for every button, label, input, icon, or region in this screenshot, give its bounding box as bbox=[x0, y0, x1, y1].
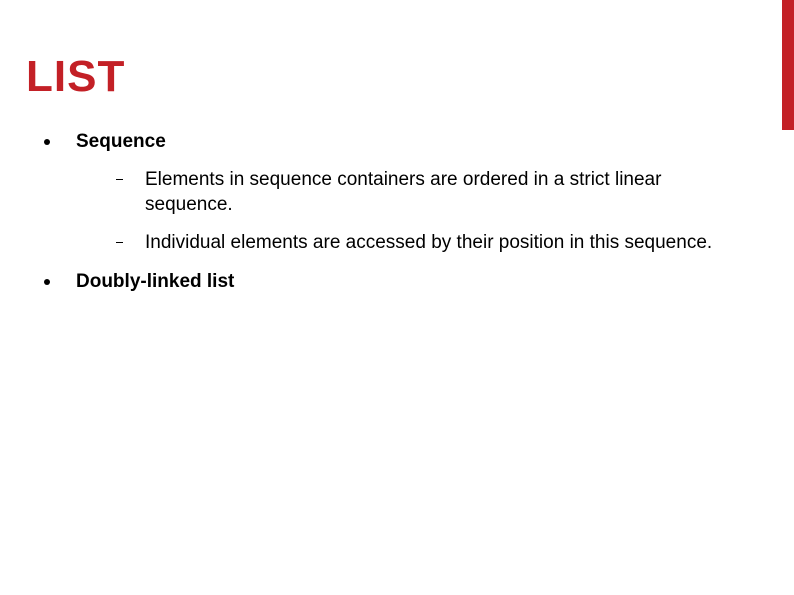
bullet-dash-icon bbox=[116, 179, 123, 181]
bullet-level1: Doubly-linked list bbox=[26, 270, 754, 295]
bullet-dash-icon bbox=[116, 242, 123, 244]
bullet-dot-icon bbox=[44, 139, 50, 145]
bullet-level1: Sequence bbox=[26, 130, 754, 155]
bullet-level2: Individual elements are accessed by thei… bbox=[26, 230, 754, 256]
slide-content: LIST Sequence Elements in sequence conta… bbox=[0, 0, 794, 344]
bullet-level1-label: Doubly-linked list bbox=[76, 270, 234, 295]
bullet-level2-text: Individual elements are accessed by thei… bbox=[145, 230, 712, 256]
bullet-level2: Elements in sequence containers are orde… bbox=[26, 167, 754, 218]
bullet-level1-label: Sequence bbox=[76, 130, 166, 155]
slide-title: LIST bbox=[26, 52, 754, 102]
accent-bar bbox=[782, 0, 794, 130]
bullet-level2-text: Elements in sequence containers are orde… bbox=[145, 167, 735, 218]
bullet-dot-icon bbox=[44, 279, 50, 285]
